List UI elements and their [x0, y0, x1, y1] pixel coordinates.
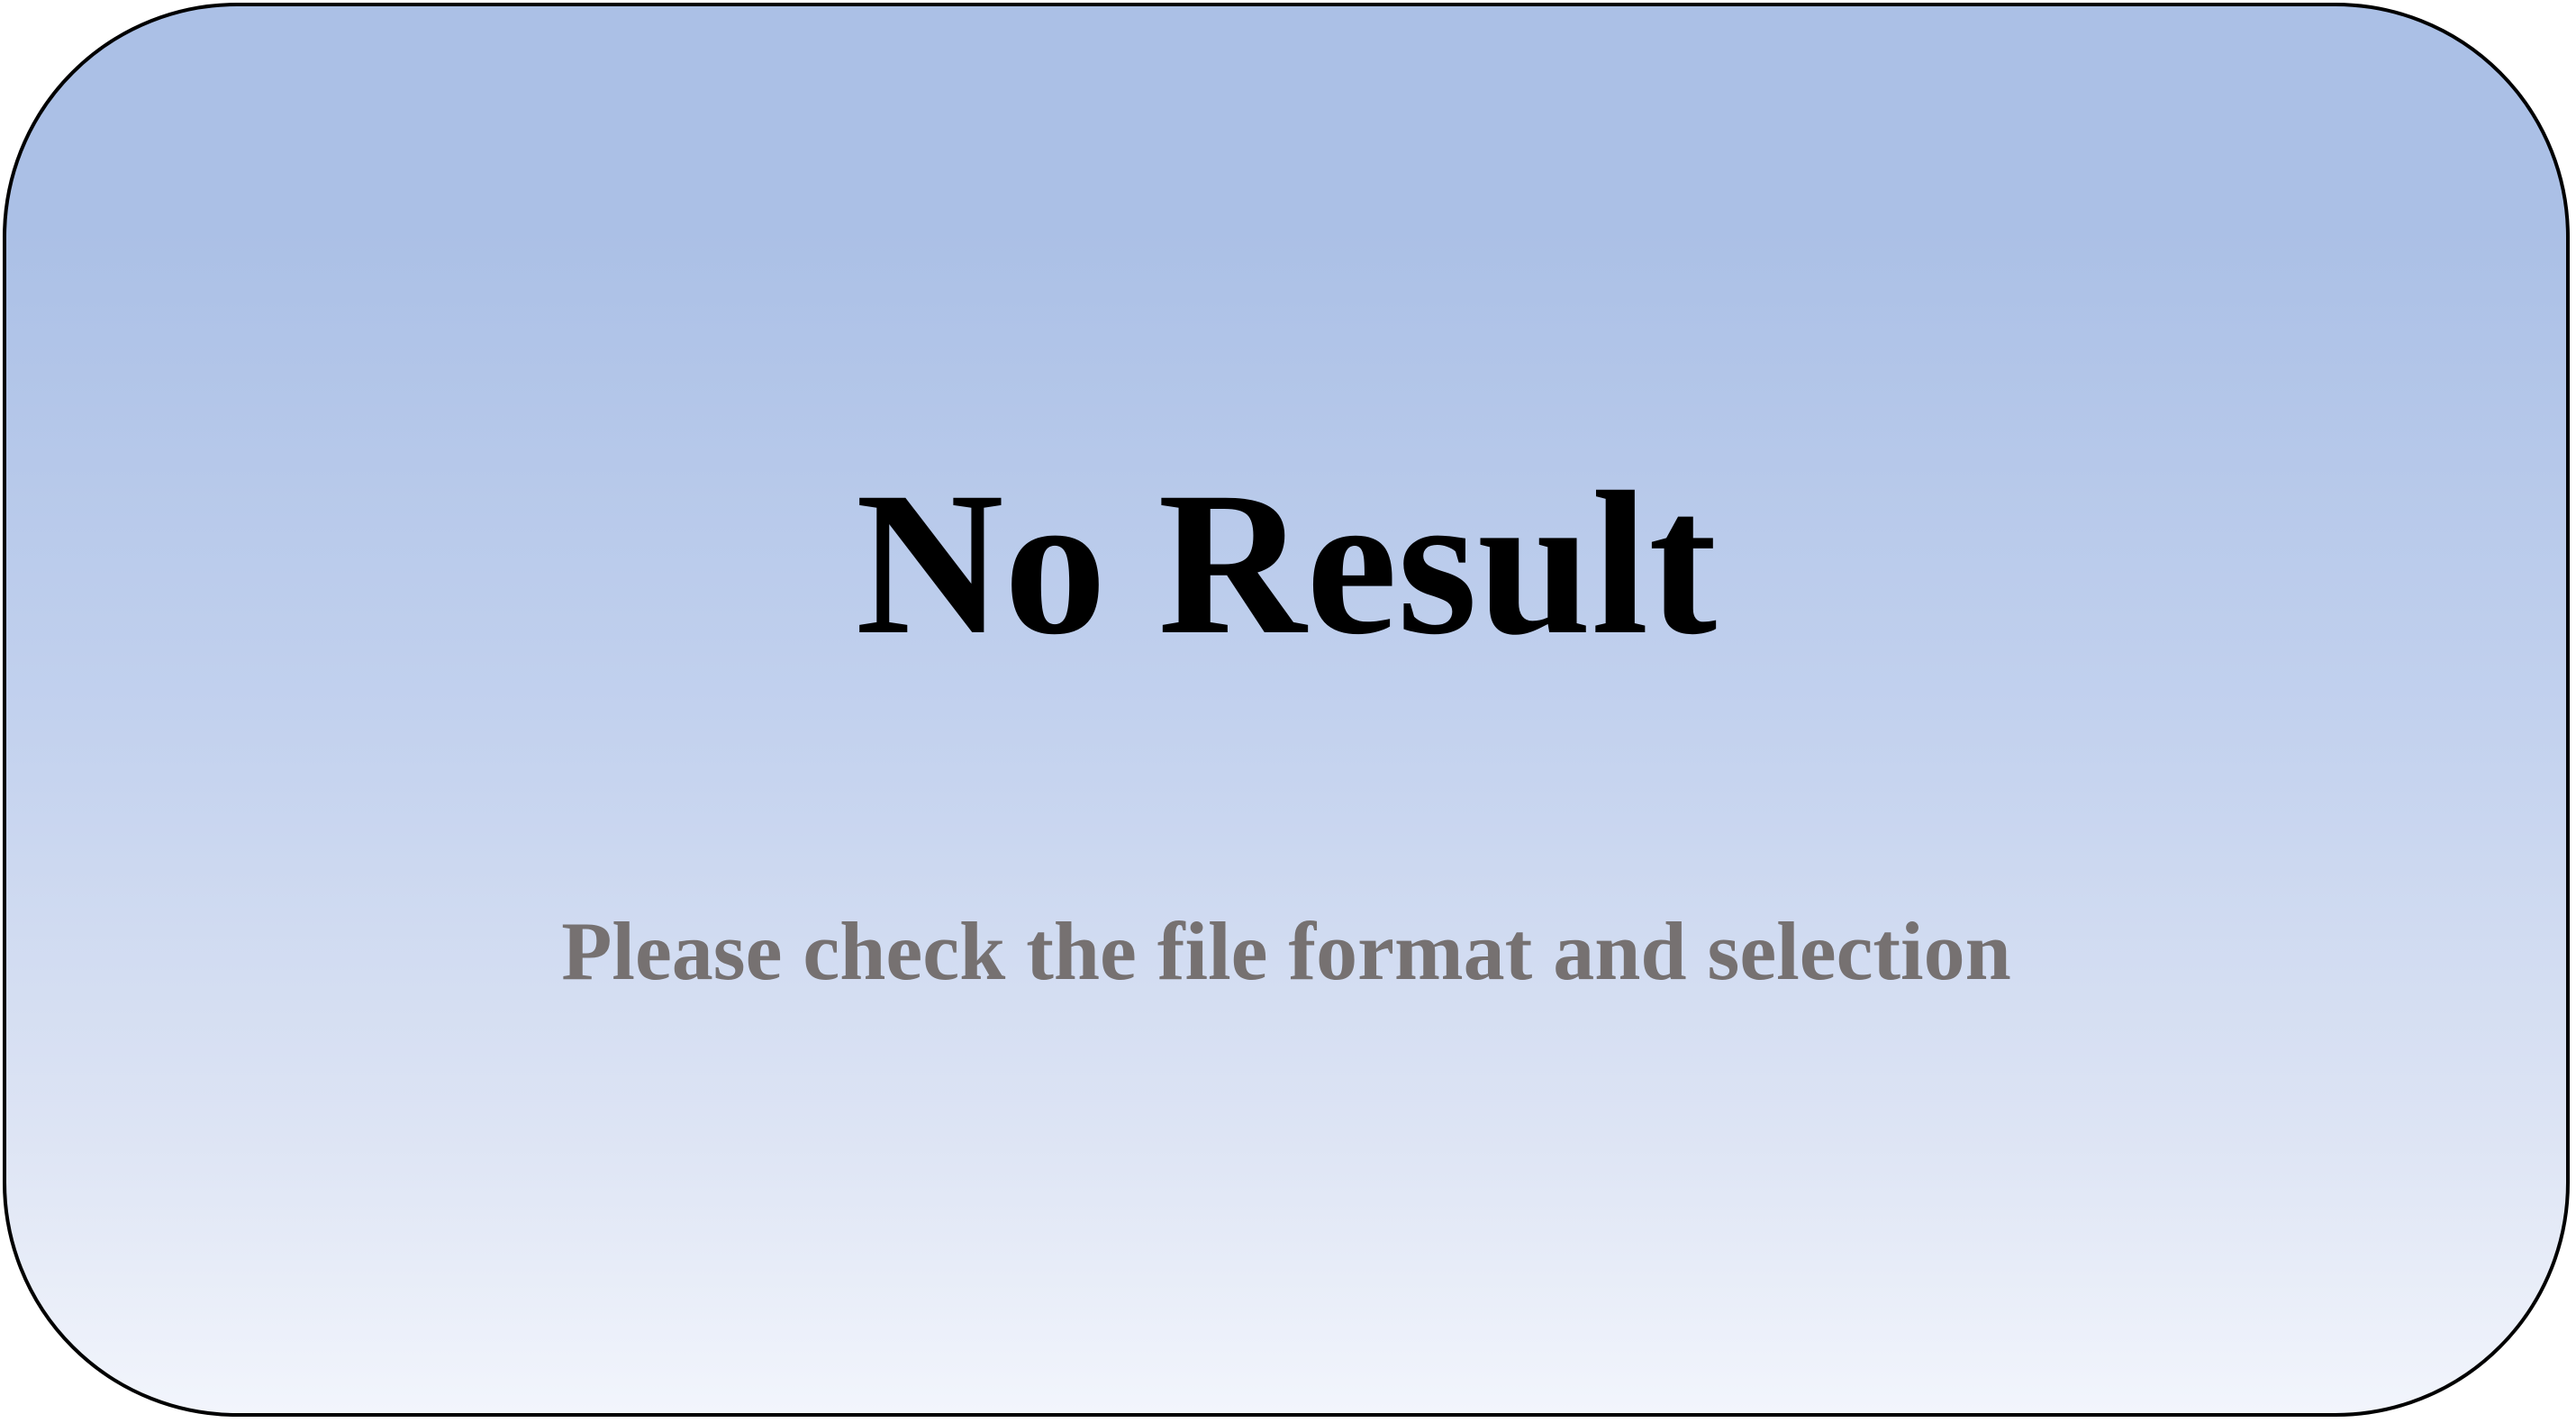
- no-result-title: No Result: [855, 450, 1718, 677]
- no-result-subtitle: Please check the file format and selecti…: [561, 905, 2011, 997]
- no-result-card: No Result Please check the file format a…: [3, 3, 2570, 1417]
